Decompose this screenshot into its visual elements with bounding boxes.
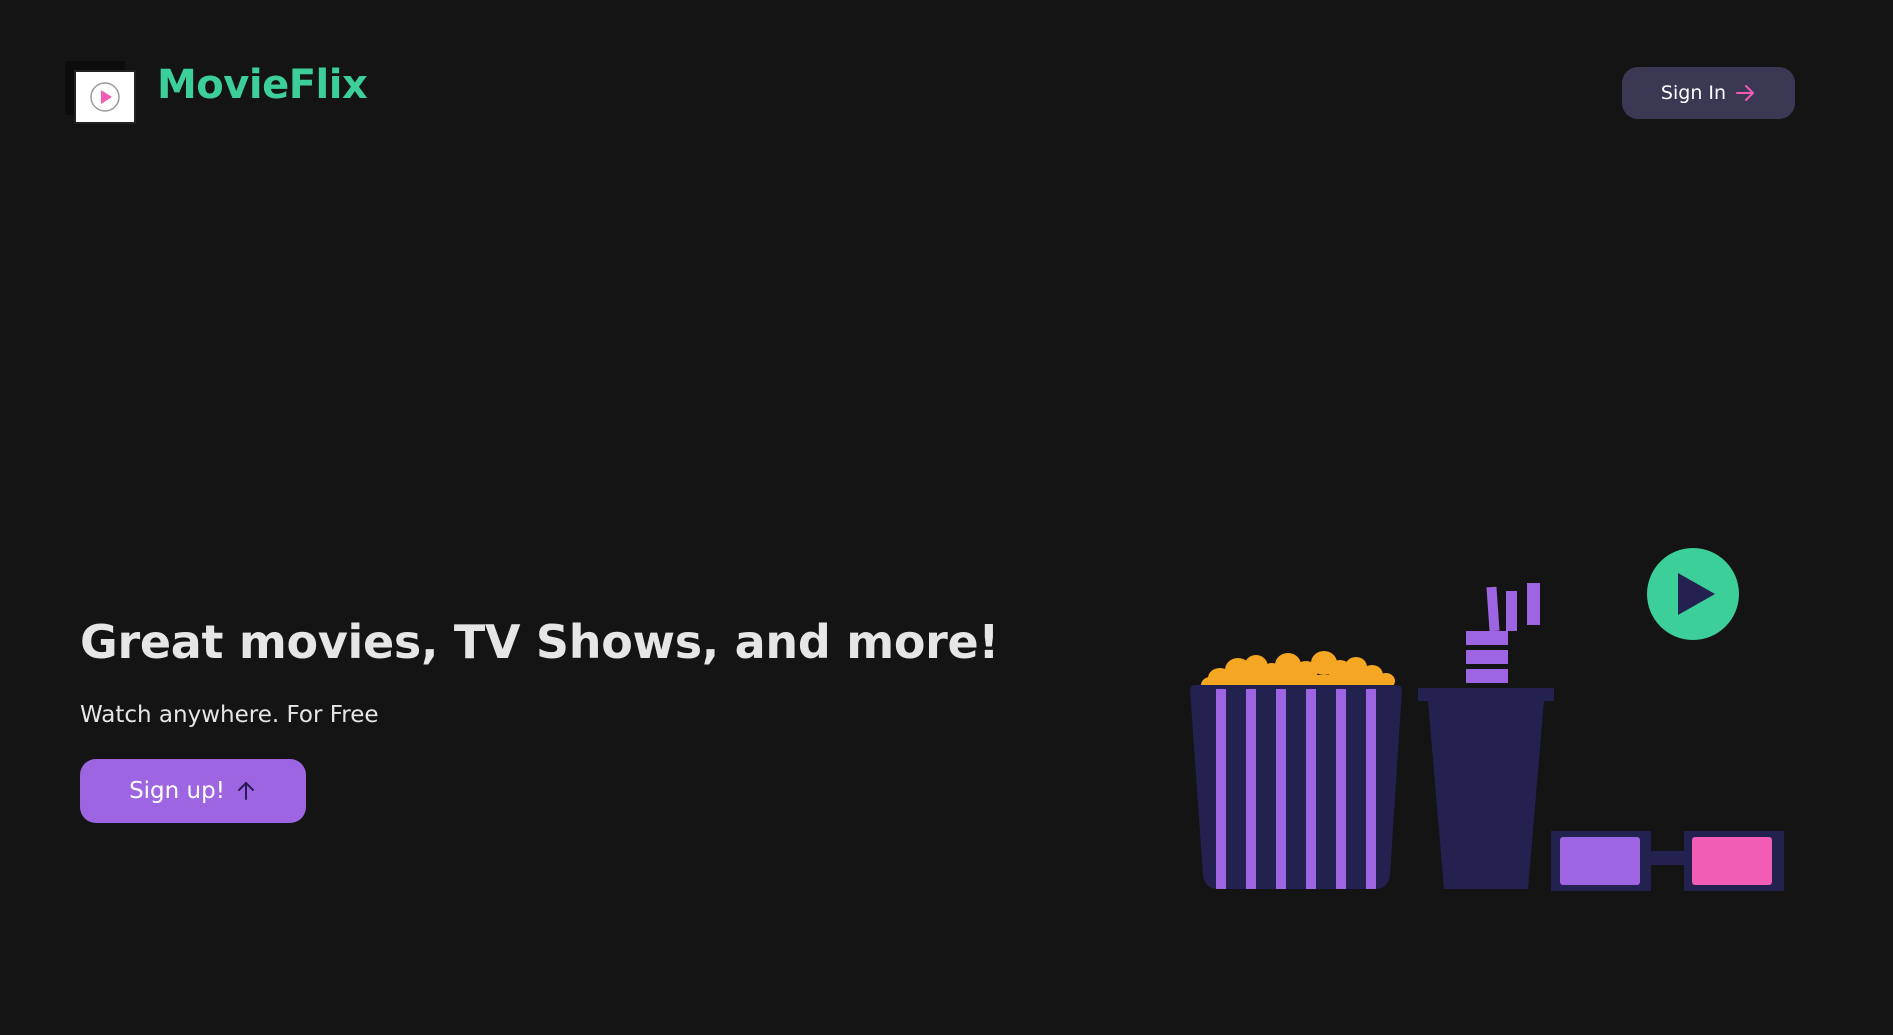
brand-name[interactable]: MovieFlix — [157, 60, 368, 110]
cup-body — [1428, 701, 1544, 889]
glasses-lens-left — [1560, 837, 1640, 885]
straw — [1466, 583, 1540, 683]
hero-title: Great movies, TV Shows, and more! — [80, 615, 1000, 669]
3d-glasses — [1551, 831, 1784, 891]
sign-up-label: Sign up! — [129, 778, 225, 804]
cinema-illustration — [1190, 548, 1784, 891]
hero-subtitle: Watch anywhere. For Free — [80, 702, 379, 728]
arrow-right-icon — [1734, 82, 1756, 104]
popcorn-bucket — [1190, 651, 1402, 889]
sign-in-button[interactable]: Sign In — [1622, 67, 1795, 119]
glasses-lens-right — [1692, 837, 1772, 885]
logo[interactable] — [65, 61, 137, 124]
arrow-up-icon — [235, 780, 257, 802]
play-circle-icon — [90, 82, 120, 112]
landing-page: MovieFlix Sign In Great movies, TV Shows… — [0, 0, 1893, 1035]
logo-frame — [74, 70, 136, 124]
sign-in-label: Sign In — [1660, 82, 1727, 104]
sign-up-button[interactable]: Sign up! — [80, 759, 306, 823]
cup-lid — [1418, 688, 1554, 701]
soda-cup — [1418, 583, 1554, 889]
play-button-graphic — [1647, 548, 1739, 640]
